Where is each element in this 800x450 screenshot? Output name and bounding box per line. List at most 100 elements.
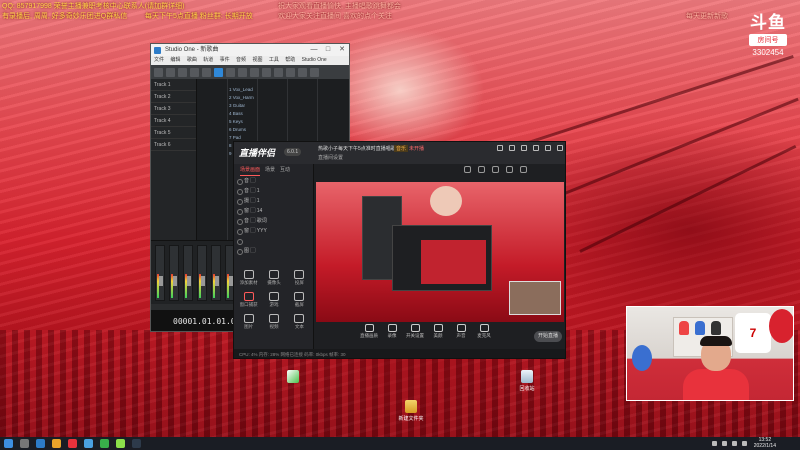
mixer-channel[interactable] bbox=[169, 245, 179, 301]
range-tool-icon[interactable] bbox=[226, 67, 235, 77]
snap-icon[interactable] bbox=[286, 67, 295, 77]
tool-text[interactable]: 文本 bbox=[287, 314, 312, 330]
source-item[interactable]: 图 ▢ bbox=[234, 246, 313, 256]
track-header[interactable]: Track 4 bbox=[151, 115, 196, 127]
settings-icon[interactable] bbox=[521, 145, 527, 151]
wechat-icon[interactable] bbox=[100, 439, 109, 448]
tool-toggle[interactable]: 开关设置 bbox=[406, 324, 424, 339]
paint-tool-icon[interactable] bbox=[262, 67, 271, 77]
fader-handle[interactable] bbox=[215, 276, 219, 286]
live-preview[interactable] bbox=[316, 182, 564, 322]
room-settings-link[interactable]: 直播间设置 bbox=[318, 154, 343, 161]
fader-handle[interactable] bbox=[187, 276, 191, 286]
tool-camera[interactable]: 摄像头 bbox=[261, 270, 286, 286]
message-icon[interactable] bbox=[509, 145, 515, 151]
source-item[interactable]: 音 ▢ 歌词 bbox=[234, 216, 313, 226]
fader-handle[interactable] bbox=[159, 276, 163, 286]
studio-one-taskbar-icon[interactable] bbox=[132, 439, 141, 448]
maximize-button[interactable]: □ bbox=[321, 44, 335, 56]
track-header[interactable]: Track 6 bbox=[151, 139, 196, 151]
tool-volume[interactable]: 声音 bbox=[452, 324, 470, 339]
mix-view-icon[interactable] bbox=[310, 67, 319, 77]
source-item[interactable] bbox=[234, 236, 313, 246]
source-item[interactable]: 窗 ▢ 14 bbox=[234, 206, 313, 216]
tool-screenshot[interactable]: 截屏 bbox=[287, 292, 312, 308]
arrow-tool-icon[interactable] bbox=[214, 67, 223, 77]
eraser-tool-icon[interactable] bbox=[250, 67, 259, 77]
tool-beauty[interactable]: 美颜 bbox=[429, 324, 447, 339]
volume-icon[interactable] bbox=[732, 441, 737, 446]
minimize-button[interactable]: — bbox=[307, 44, 321, 56]
tool-window-capture[interactable]: 窗口捕获 bbox=[236, 292, 261, 308]
search-icon[interactable] bbox=[20, 439, 29, 448]
gift-icon[interactable] bbox=[478, 166, 485, 173]
fader-handle[interactable] bbox=[173, 276, 177, 286]
start-live-button[interactable]: 开始直播 bbox=[534, 331, 562, 342]
clip-item[interactable]: 2 Vox_Harm bbox=[229, 95, 349, 103]
tab-interaction[interactable]: 互动 bbox=[280, 164, 290, 176]
tray-icon[interactable] bbox=[712, 441, 717, 446]
tool-icon[interactable] bbox=[154, 67, 163, 77]
menu-item[interactable]: 视图 bbox=[252, 57, 262, 63]
menu-item[interactable]: 轨道 bbox=[203, 57, 213, 63]
browser-icon[interactable] bbox=[116, 439, 125, 448]
source-item[interactable]: 音 ▢ 1 bbox=[234, 186, 313, 196]
menu-item[interactable]: Studio One bbox=[302, 57, 327, 63]
menu-item[interactable]: 帮助 bbox=[285, 57, 295, 63]
tool-cast[interactable]: 投屏 bbox=[287, 270, 312, 286]
menu-item[interactable]: 工具 bbox=[269, 57, 279, 63]
tool-add-source[interactable]: 添加素材 bbox=[236, 270, 261, 286]
track-header[interactable]: Track 5 bbox=[151, 127, 196, 139]
menu-item[interactable]: 编辑 bbox=[170, 57, 180, 63]
more-icon[interactable] bbox=[520, 166, 527, 173]
tab-scene-sources[interactable]: 场景画面 bbox=[240, 164, 261, 176]
track-header[interactable]: Track 3 bbox=[151, 103, 196, 115]
clip-item[interactable]: 3 Guitar bbox=[229, 103, 349, 111]
mute-tool-icon[interactable] bbox=[274, 67, 283, 77]
track-header[interactable]: Track 1 bbox=[151, 79, 196, 91]
menu-item[interactable]: 歌曲 bbox=[187, 57, 197, 63]
skin-icon[interactable] bbox=[497, 145, 503, 151]
source-item[interactable]: 摄 ▢ 1 bbox=[234, 196, 313, 206]
share-icon[interactable] bbox=[506, 166, 513, 173]
streaming-app-window[interactable]: 直播伴侣 6.0.1 热歌小子每天下午5点准时直播唱歌 音乐 未开播 直播间设置… bbox=[233, 141, 566, 359]
file-explorer-icon[interactable] bbox=[52, 439, 61, 448]
track-header[interactable]: Track 2 bbox=[151, 91, 196, 103]
tab-scenes[interactable]: 场景 bbox=[265, 164, 275, 176]
menu-item[interactable]: 事件 bbox=[220, 57, 230, 63]
clip-item[interactable]: 6 Drums bbox=[229, 127, 349, 135]
room-title[interactable]: 热歌小子每天下午5点准时直播唱歌 bbox=[318, 145, 396, 152]
close-icon[interactable] bbox=[557, 145, 563, 151]
quantize-icon[interactable] bbox=[298, 67, 307, 77]
maximize-icon[interactable] bbox=[545, 145, 551, 151]
fader-handle[interactable] bbox=[201, 276, 205, 286]
tool-mic[interactable]: 麦克风 bbox=[475, 324, 493, 339]
chat-icon[interactable] bbox=[492, 166, 499, 173]
tool-image[interactable]: 图片 bbox=[236, 314, 261, 330]
taskbar-clock[interactable]: 13:52 2022/1/14 bbox=[754, 437, 776, 449]
streaming-app-taskbar-icon[interactable] bbox=[68, 439, 77, 448]
clip-item[interactable]: 5 Keys bbox=[229, 119, 349, 127]
menu-item[interactable]: 音频 bbox=[236, 57, 246, 63]
network-icon[interactable] bbox=[722, 441, 727, 446]
desktop-icon[interactable]: 回收站 bbox=[512, 370, 542, 392]
source-item[interactable]: 窗 ▢ YYY bbox=[234, 226, 313, 236]
close-button[interactable]: ✕ bbox=[335, 44, 349, 56]
minimize-icon[interactable] bbox=[533, 145, 539, 151]
tool-icon[interactable] bbox=[202, 67, 211, 77]
tool-icon[interactable] bbox=[178, 67, 187, 77]
category-tag[interactable]: 音乐 bbox=[394, 145, 409, 152]
start-icon[interactable] bbox=[4, 439, 13, 448]
split-tool-icon[interactable] bbox=[238, 67, 247, 77]
edge-icon[interactable] bbox=[36, 439, 45, 448]
clip-item[interactable]: 1 Vox_Lead bbox=[229, 87, 349, 95]
desktop-icon[interactable] bbox=[278, 370, 308, 385]
menu-item[interactable]: 文件 bbox=[154, 57, 164, 63]
tool-icon[interactable] bbox=[166, 67, 175, 77]
mixer-channel[interactable] bbox=[197, 245, 207, 301]
clip-item[interactable]: 4 Bass bbox=[229, 111, 349, 119]
mixer-channel[interactable] bbox=[211, 245, 221, 301]
tool-record[interactable]: 录像 bbox=[383, 324, 401, 339]
qq-icon[interactable] bbox=[84, 439, 93, 448]
mixer-channel[interactable] bbox=[183, 245, 193, 301]
